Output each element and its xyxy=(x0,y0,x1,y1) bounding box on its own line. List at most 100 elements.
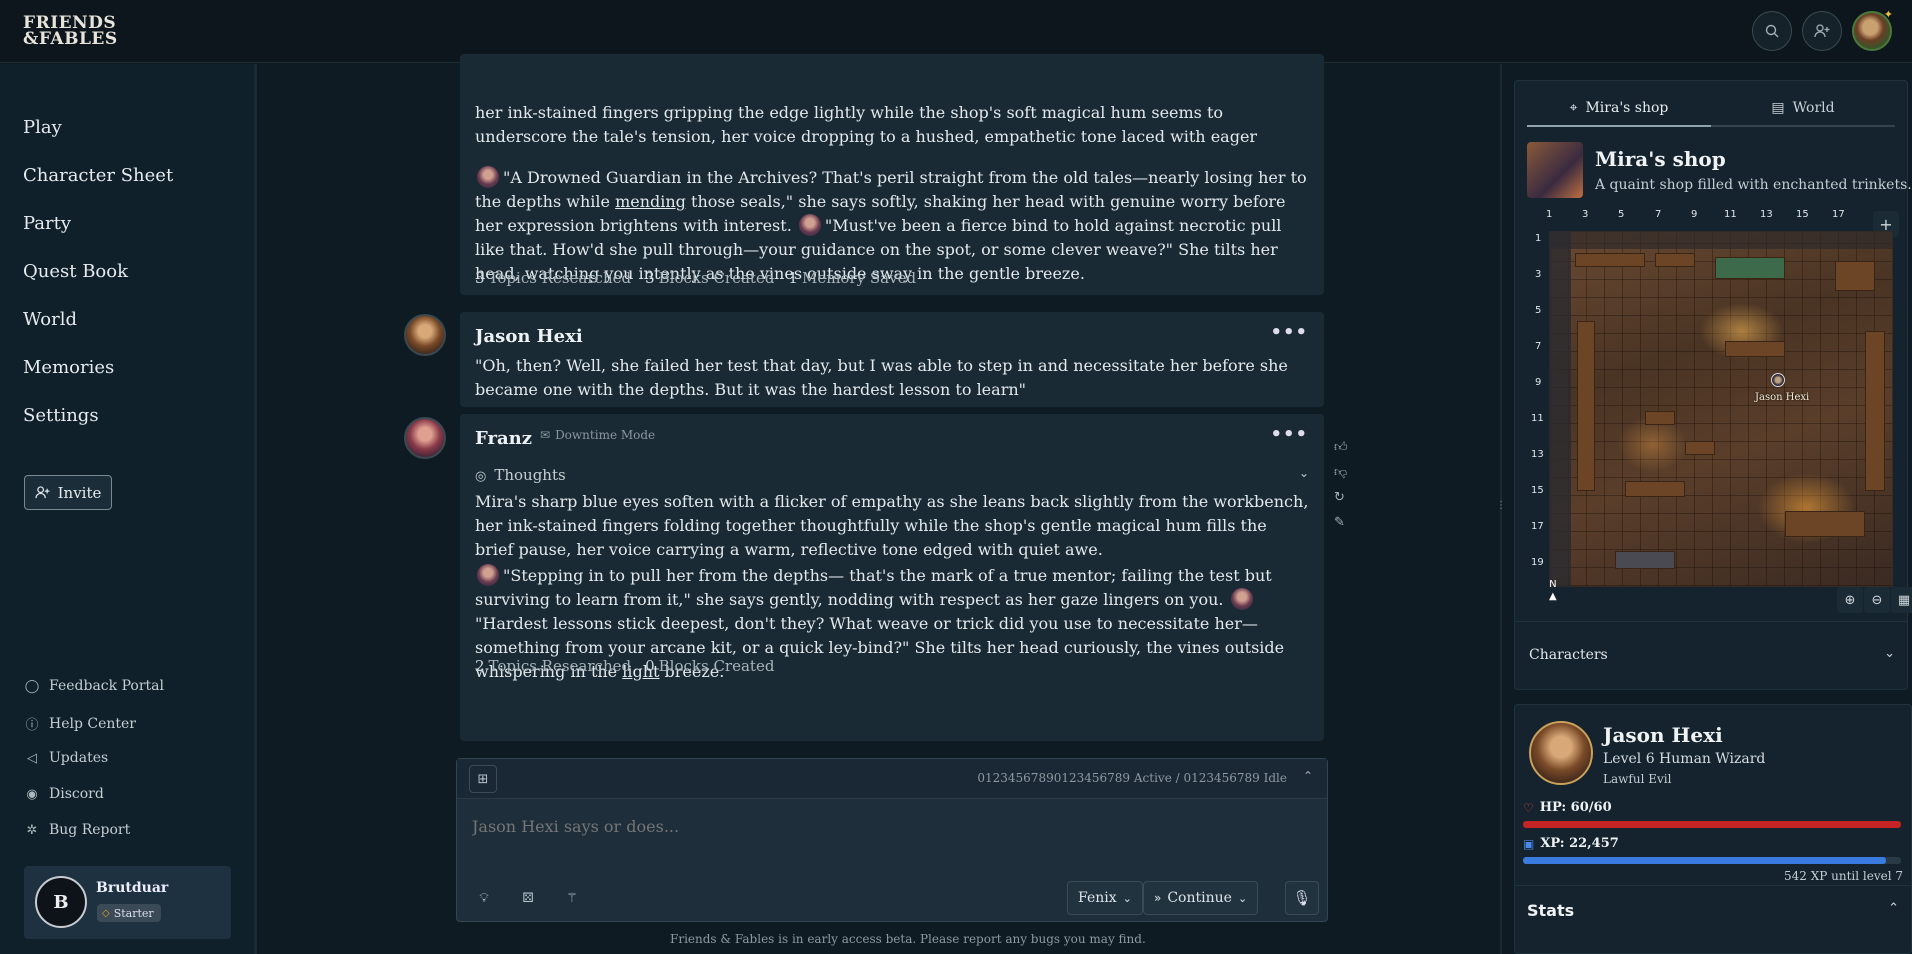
chevron-down-icon: ⌄ xyxy=(1122,891,1132,905)
megaphone-icon: ◁ xyxy=(27,750,37,766)
nav-settings[interactable]: Settings xyxy=(23,405,99,426)
xp-text: XP: 22,457 xyxy=(1540,836,1619,851)
speaker-name: Jason Hexi xyxy=(475,326,583,347)
user-initial-avatar: B xyxy=(35,876,87,928)
compass-label: N xyxy=(1549,579,1557,590)
message-stats[interactable]: 3 Topics Researched 3 Blocks Created 1 Memo… xyxy=(475,269,916,287)
link-updates[interactable]: ◁ Updates xyxy=(24,750,108,766)
zoom-in-button[interactable]: ⊕ xyxy=(1837,587,1863,613)
thoughts-header: ◎ Thoughts xyxy=(475,466,566,484)
mode-tag: ✉ Downtime Mode xyxy=(540,428,655,442)
link-bug-report[interactable]: ✲ Bug Report xyxy=(24,822,131,838)
stats-section[interactable]: Stats ⌃ xyxy=(1515,885,1911,935)
hp-label: ♡ HP: 60/60 xyxy=(1523,800,1612,815)
tab-world[interactable]: ▤ World xyxy=(1711,91,1895,127)
stat-blocks: 3 Blocks Created xyxy=(645,269,775,287)
bug-icon: ✲ xyxy=(26,822,38,838)
map-shelf xyxy=(1725,341,1785,357)
composer: ⊞ 0123456789012345678​9 Active / 0123456… xyxy=(456,758,1328,922)
more-options-button[interactable]: ••• xyxy=(1270,424,1308,445)
grid-toggle-button[interactable]: ▦ xyxy=(1891,587,1912,613)
more-options-button[interactable]: ••• xyxy=(1270,322,1308,343)
map-tabs: ⌖ Mira's shop ▤ World xyxy=(1527,91,1895,127)
nav-quest-book[interactable]: Quest Book xyxy=(23,261,128,282)
compass-indicator: N ▲ xyxy=(1549,579,1557,603)
link-help-center[interactable]: ⓘ Help Center xyxy=(24,714,137,734)
thumbs-down-icon[interactable]: 👎︎ xyxy=(1334,465,1348,480)
party-panel-button[interactable]: ⊞ xyxy=(469,765,497,793)
character-card: Jason Hexi Level 6 Human Wizard Lawful E… xyxy=(1514,704,1912,954)
invite-button[interactable]: Invite xyxy=(24,475,112,510)
chat-feed[interactable]: her ink-stained fingers gripping the edg… xyxy=(260,54,1500,954)
edit-pencil-icon[interactable]: ✎ xyxy=(1334,515,1348,530)
nav-play[interactable]: Play xyxy=(23,117,62,138)
map-shelf xyxy=(1785,511,1865,537)
x-tick: 15 xyxy=(1796,209,1809,220)
y-tick: 7 xyxy=(1535,341,1542,352)
search-icon xyxy=(1765,24,1779,38)
nav-party[interactable]: Party xyxy=(23,213,71,234)
map-wall xyxy=(1549,231,1893,249)
user-avatar-button[interactable] xyxy=(1852,8,1893,51)
y-tick: 11 xyxy=(1531,413,1544,424)
message-actions: 👍︎ 👎︎ ↻ ✎ xyxy=(1334,440,1348,530)
lightbulb-icon: 💡︎ xyxy=(479,890,489,906)
narration-text: she says gently, nodding with respect as… xyxy=(690,590,1229,609)
zoom-out-button[interactable]: ⊖ xyxy=(1864,587,1890,613)
x-tick: 17 xyxy=(1832,209,1845,220)
right-panel: ⌖ Mira's shop ▤ World Mira's shop A quai… xyxy=(1502,64,1912,954)
message-stats[interactable]: 2 Topics Researched 0 Blocks Created xyxy=(475,657,774,675)
link-label: Feedback Portal xyxy=(49,678,164,694)
composer-header: ⊞ 0123456789012345678​9 Active / 0123456… xyxy=(457,759,1327,799)
stats-label: Stats xyxy=(1527,901,1575,920)
nav-memories[interactable]: Memories xyxy=(23,357,114,378)
microphone-icon: 🎙︎ xyxy=(1292,889,1312,907)
link-label: Help Center xyxy=(49,715,137,732)
characters-section[interactable]: Characters ⌄ xyxy=(1515,621,1907,691)
quote-text: those seals," xyxy=(685,192,794,211)
logo-line-2: &FABLES xyxy=(23,29,118,49)
grid-plus-icon: ⊞ xyxy=(477,771,489,787)
y-tick: 15 xyxy=(1531,485,1544,496)
xp-bar-fill xyxy=(1523,857,1886,864)
link-label: Updates xyxy=(49,750,109,766)
search-button[interactable] xyxy=(1752,11,1792,51)
franz-avatar[interactable] xyxy=(404,417,446,459)
collapse-button[interactable]: ⌃ xyxy=(1303,769,1313,783)
regenerate-icon[interactable]: ↻ xyxy=(1334,490,1348,505)
book-icon: ▣ xyxy=(1523,836,1535,851)
tab-label: World xyxy=(1792,100,1835,116)
hint-button[interactable]: 💡︎ xyxy=(469,883,499,913)
model-select[interactable]: Fenix ⌄ xyxy=(1067,881,1143,915)
underlined-word[interactable]: mending xyxy=(615,192,686,211)
nav-world[interactable]: World xyxy=(23,309,77,330)
nav-character-sheet[interactable]: Character Sheet xyxy=(23,165,173,186)
more-icon: ••• xyxy=(1270,424,1308,445)
characters-label: Characters xyxy=(1529,647,1608,663)
location-thumbnail[interactable] xyxy=(1527,142,1583,198)
character-portrait[interactable] xyxy=(1529,721,1593,785)
x-tick: 3 xyxy=(1582,209,1589,220)
speaker-mini-avatar xyxy=(1230,588,1253,610)
chevron-up-icon: ⌃ xyxy=(1888,901,1899,916)
action-input[interactable] xyxy=(472,817,1072,836)
thumbs-up-icon[interactable]: 👍︎ xyxy=(1334,440,1348,455)
add-user-button[interactable] xyxy=(1802,11,1842,51)
map-icon: ▤ xyxy=(1771,100,1785,116)
continue-button[interactable]: » Continue ⌄ xyxy=(1143,881,1259,915)
character-token[interactable] xyxy=(1771,373,1785,387)
top-actions xyxy=(1752,8,1893,51)
x-tick: 7 xyxy=(1655,209,1662,220)
link-feedback-portal[interactable]: ◯ Feedback Portal xyxy=(24,678,164,694)
map-shelf xyxy=(1577,321,1595,491)
narration-paragraph: her ink-stained fingers gripping the edg… xyxy=(475,103,1258,146)
magic-wand-button[interactable]: ⚚ xyxy=(557,883,587,913)
jason-avatar[interactable] xyxy=(404,314,446,356)
voice-input-button[interactable]: 🎙︎ xyxy=(1285,881,1319,915)
user-card[interactable]: B Brutduar ◇ Starter xyxy=(24,866,231,939)
thoughts-toggle[interactable]: ◎ Thoughts ⌄ xyxy=(475,466,1309,484)
dice-button[interactable]: ⚄ xyxy=(513,883,543,913)
link-discord[interactable]: ◉ Discord xyxy=(24,786,103,802)
app-logo[interactable]: FRIENDS &FABLES xyxy=(23,15,118,49)
tab-location[interactable]: ⌖ Mira's shop xyxy=(1527,91,1711,127)
